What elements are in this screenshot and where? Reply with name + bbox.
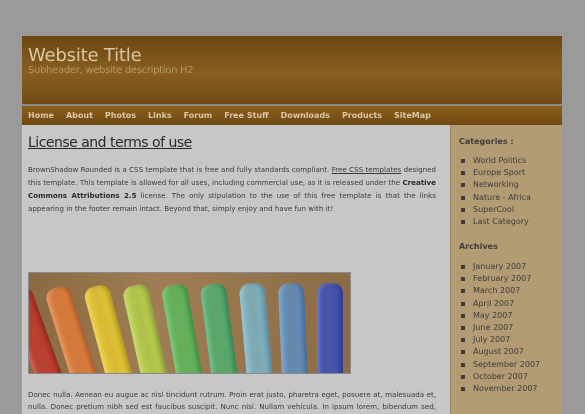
free-css-templates-link[interactable]: Free CSS templates	[332, 165, 402, 174]
markers-photo	[28, 272, 351, 374]
archives-list: January 2007 February 2007 March 2007 Ap…	[459, 261, 540, 395]
page: Website Title Subheader, website descrip…	[22, 36, 562, 414]
archive-item[interactable]: January 2007	[459, 261, 540, 273]
site-title[interactable]: Website Title	[28, 45, 142, 66]
category-item[interactable]: World Politics	[459, 155, 531, 167]
site-header: Website Title Subheader, website descrip…	[22, 36, 562, 104]
sidebar: Categories : World Politics Europe Sport…	[450, 125, 562, 414]
intro-text-1: BrownShadow Rounded is a CSS template th…	[28, 165, 332, 174]
main-nav: Home About Photos Links Forum Free Stuff…	[22, 106, 562, 125]
nav-links[interactable]: Links	[148, 111, 172, 120]
category-item[interactable]: Europe Sport	[459, 167, 531, 179]
nav-home[interactable]: Home	[28, 111, 54, 120]
main-content: License and terms of use BrownShadow Rou…	[22, 125, 450, 414]
intro-paragraph: BrownShadow Rounded is a CSS template th…	[28, 163, 436, 215]
category-item[interactable]: Networking	[459, 179, 531, 191]
nav-about[interactable]: About	[66, 111, 93, 120]
archive-item[interactable]: April 2007	[459, 298, 540, 310]
category-item[interactable]: Last Category	[459, 216, 531, 228]
site-subtitle: Subheader, website description H2	[28, 65, 194, 76]
nav-photos[interactable]: Photos	[105, 111, 136, 120]
nav-products[interactable]: Products	[342, 111, 382, 120]
category-item[interactable]: Nature - Africa	[459, 192, 531, 204]
archive-item[interactable]: March 2007	[459, 285, 540, 297]
marker-pen	[277, 282, 308, 373]
page-heading: License and terms of use	[28, 135, 192, 151]
category-item[interactable]: SuperCool	[459, 204, 531, 216]
archives-heading: Archives	[459, 242, 498, 251]
archive-item[interactable]: July 2007	[459, 334, 540, 346]
nav-downloads[interactable]: Downloads	[281, 111, 330, 120]
archive-item[interactable]: November 2007	[459, 383, 540, 395]
categories-heading: Categories :	[459, 137, 514, 146]
nav-free-stuff[interactable]: Free Stuff	[224, 111, 268, 120]
lorem-paragraph: Donec nulla. Aenean eu augue ac nisl tin…	[28, 390, 436, 411]
marker-pen	[199, 282, 238, 373]
marker-pen	[238, 282, 273, 373]
marker-pen	[160, 282, 203, 373]
archive-item[interactable]: February 2007	[459, 273, 540, 285]
archive-item[interactable]: May 2007	[459, 310, 540, 322]
archive-item[interactable]: August 2007	[459, 346, 540, 358]
archive-item[interactable]: September 2007	[459, 359, 540, 371]
archive-item[interactable]: June 2007	[459, 322, 540, 334]
archive-item[interactable]: October 2007	[459, 371, 540, 383]
nav-sitemap[interactable]: SiteMap	[394, 111, 431, 120]
categories-list: World Politics Europe Sport Networking N…	[459, 155, 531, 228]
nav-forum[interactable]: Forum	[184, 111, 213, 120]
marker-pen	[317, 283, 343, 373]
